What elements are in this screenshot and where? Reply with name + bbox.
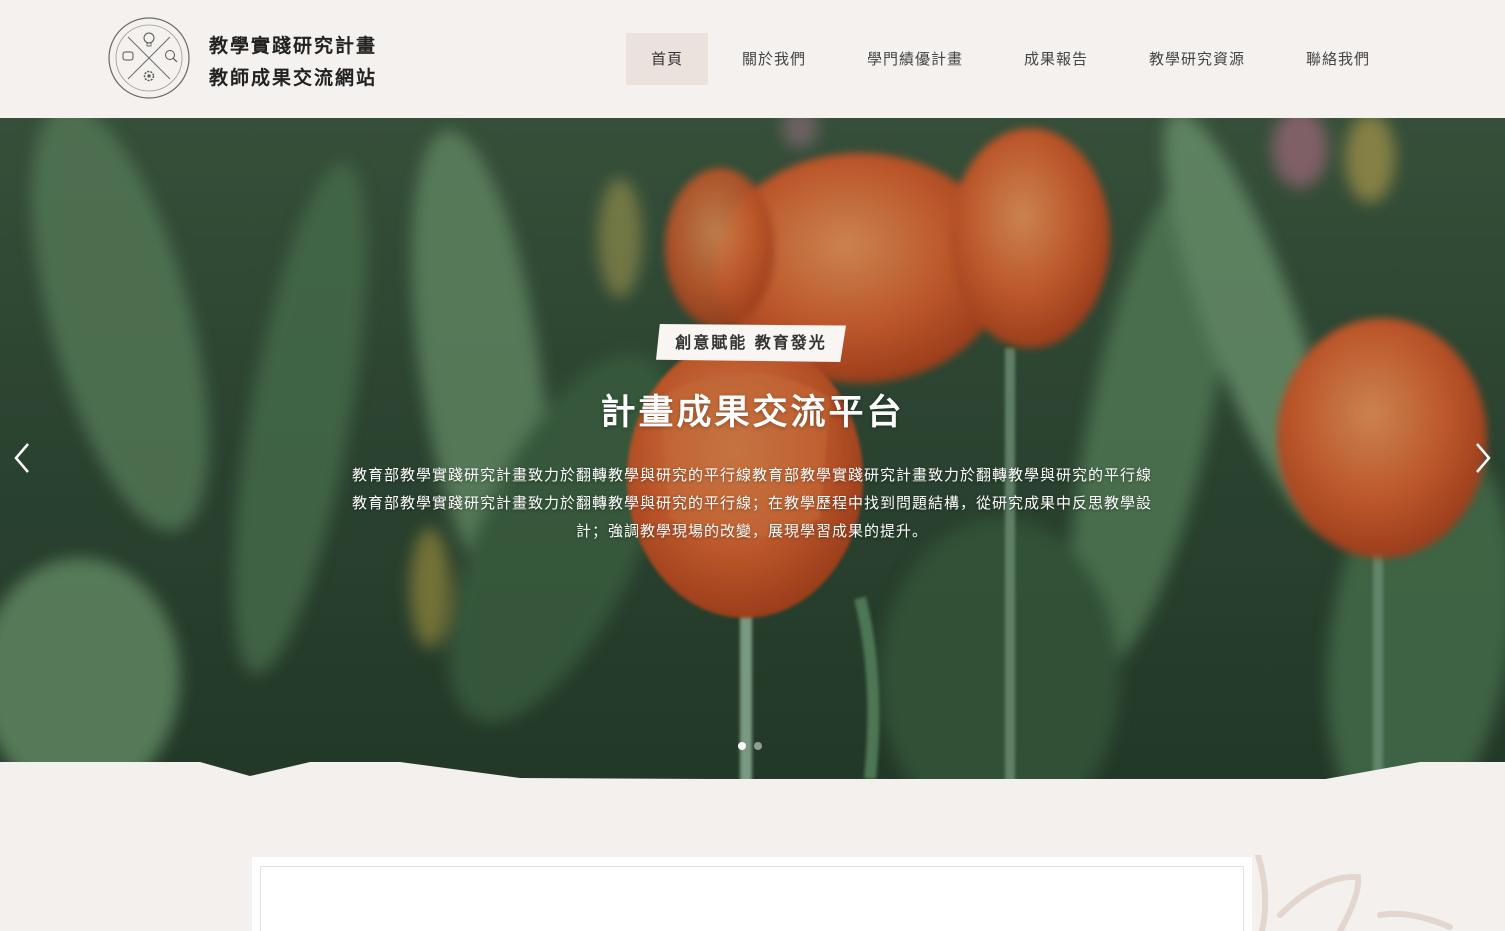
site-title[interactable]: 教學實踐研究計畫 教師成果交流網站 bbox=[209, 30, 377, 94]
content-card-inner bbox=[260, 866, 1244, 931]
hero-tagline: 創意賦能 教育發光 bbox=[656, 324, 846, 362]
hero-description: 教育部教學實踐研究計畫致力於翻轉教學與研究的平行線教育部教學實踐研究計畫致力於翻… bbox=[351, 466, 1152, 540]
site-logo-icon[interactable] bbox=[106, 16, 192, 100]
nav-item-contact[interactable]: 聯絡我們 bbox=[1272, 33, 1404, 85]
site-title-line1: 教學實踐研究計畫 bbox=[209, 35, 378, 57]
nav-item-home[interactable]: 首頁 bbox=[626, 33, 708, 85]
nav-item-resources[interactable]: 教學研究資源 bbox=[1122, 33, 1272, 85]
chevron-right-icon[interactable] bbox=[1467, 436, 1497, 480]
main-nav: 首頁 關於我們 學門績優計畫 成果報告 教學研究資源 聯絡我們 bbox=[626, 33, 1404, 85]
hero-overlay bbox=[0, 118, 1505, 779]
nav-item-reports[interactable]: 成果報告 bbox=[990, 33, 1122, 85]
decorative-brush-stroke bbox=[1255, 855, 1453, 931]
hero-carousel: 創意賦能 教育發光 計畫成果交流平台 教育部教學實踐研究計畫致力於翻轉教學與研究… bbox=[0, 118, 1505, 779]
nav-item-about[interactable]: 關於我們 bbox=[708, 33, 840, 85]
chevron-left-icon[interactable] bbox=[8, 436, 38, 480]
site-header: 教學實踐研究計畫 教師成果交流網站 首頁 關於我們 學門績優計畫 成果報告 教學… bbox=[0, 0, 1505, 118]
site-title-line2: 教師成果交流網站 bbox=[209, 67, 378, 89]
content-card bbox=[252, 857, 1252, 931]
torn-paper-edge bbox=[0, 762, 1505, 779]
hero-title: 計畫成果交流平台 bbox=[600, 393, 905, 433]
nav-item-outstanding-projects[interactable]: 學門績優計畫 bbox=[840, 33, 990, 85]
